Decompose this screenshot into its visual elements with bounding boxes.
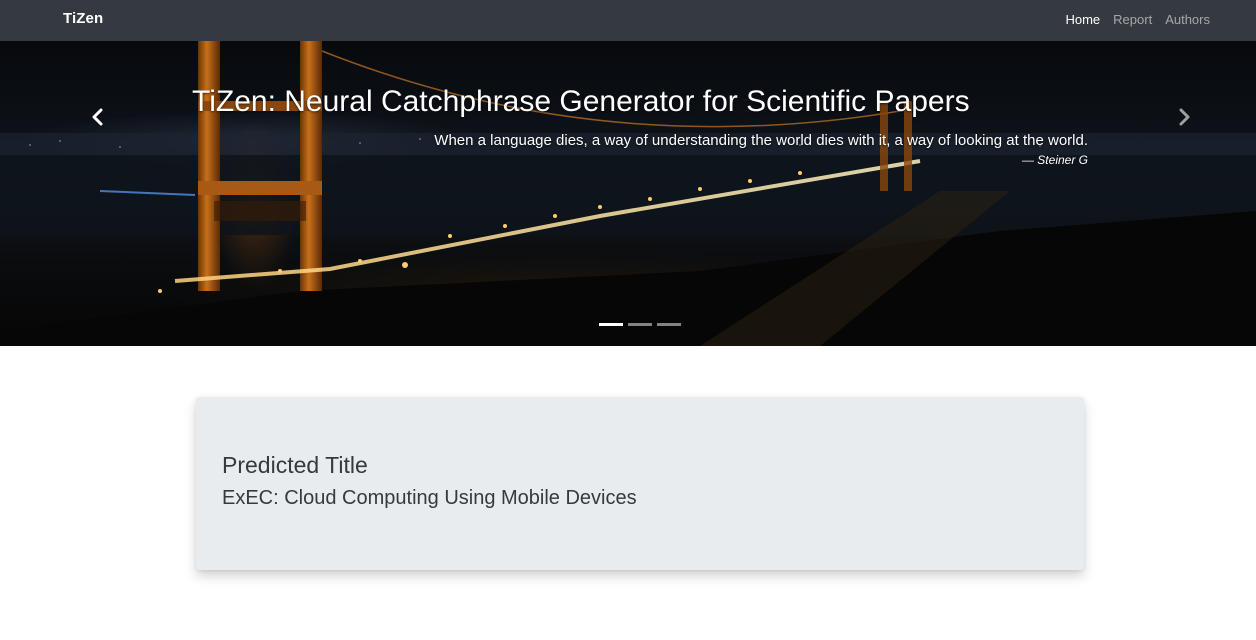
carousel-indicator-1[interactable]: [599, 323, 623, 326]
carousel-indicator-2[interactable]: [628, 323, 652, 326]
chevron-right-icon: [1179, 108, 1190, 126]
carousel-next-button[interactable]: [1172, 105, 1196, 129]
predicted-title-label: Predicted Title: [222, 452, 368, 478]
hero-quote-author: — Steiner G: [1021, 153, 1088, 167]
carousel-indicator-3[interactable]: [657, 323, 681, 326]
nav-link-home[interactable]: Home: [1065, 12, 1100, 27]
navbar-brand[interactable]: TiZen: [63, 10, 103, 27]
nav-link-authors[interactable]: Authors: [1165, 12, 1210, 27]
predicted-title-value: ExEC: Cloud Computing Using Mobile Devic…: [222, 487, 637, 509]
hero-carousel: TiZen: Neural Catchphrase Generator for …: [0, 41, 1256, 346]
hero-title: TiZen: Neural Catchphrase Generator for …: [192, 85, 970, 118]
carousel-indicators: [599, 323, 681, 326]
prediction-card: Predicted Title ExEC: Cloud Computing Us…: [196, 397, 1084, 570]
navbar: TiZen Home Report Authors: [0, 0, 1256, 41]
chevron-left-icon: [92, 108, 103, 126]
nav-links: Home Report Authors: [1065, 12, 1210, 27]
hero-quote: When a language dies, a way of understan…: [434, 132, 1088, 149]
nav-link-report[interactable]: Report: [1113, 12, 1152, 27]
carousel-prev-button[interactable]: [86, 105, 110, 129]
